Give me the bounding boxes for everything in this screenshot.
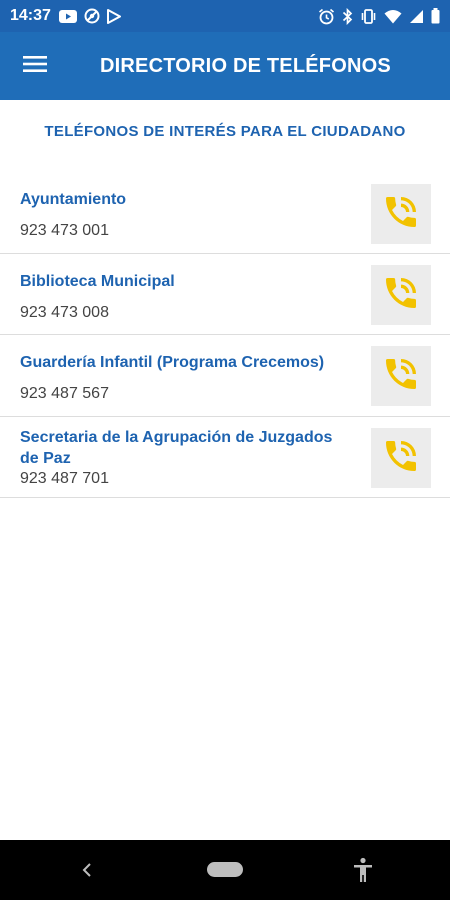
status-right-icons — [318, 7, 440, 25]
battery-icon — [431, 8, 440, 24]
vpn-icon — [84, 8, 100, 24]
list-item: Secretaria de la Agrupación de Juzgados … — [0, 417, 450, 498]
navigation-bar — [0, 840, 450, 900]
back-chevron-icon[interactable] — [80, 860, 94, 885]
phone-call-icon — [381, 273, 421, 318]
list-item: Ayuntamiento 923 473 001 — [0, 172, 450, 254]
alarm-icon — [318, 8, 335, 25]
app-bar: DIRECTORIO DE TELÉFONOS — [0, 32, 450, 100]
phone-call-icon — [381, 436, 421, 481]
hamburger-menu-icon — [23, 55, 47, 78]
call-button[interactable] — [371, 346, 431, 406]
youtube-icon — [58, 9, 77, 23]
phone-call-icon — [381, 354, 421, 399]
bluetooth-icon — [342, 7, 353, 25]
accessibility-icon[interactable] — [352, 857, 374, 888]
status-time: 14:37 — [10, 7, 51, 24]
contact-name: Secretaria de la Agrupación de Juzgados … — [20, 429, 333, 467]
wifi-icon — [384, 9, 402, 24]
contact-name: Biblioteca Municipal — [20, 273, 175, 290]
home-pill-icon[interactable] — [207, 862, 243, 877]
call-button[interactable] — [371, 428, 431, 488]
list-item: Guardería Infantil (Programa Crecemos) 9… — [0, 335, 450, 417]
section-title: TELÉFONOS DE INTERÉS PARA EL CIUDADANO — [44, 123, 406, 140]
status-left-icons — [58, 8, 121, 24]
list-item: Biblioteca Municipal 923 473 008 — [0, 254, 450, 335]
contact-phone: 923 473 008 — [20, 304, 109, 321]
contact-name: Guardería Infantil (Programa Crecemos) — [20, 354, 325, 371]
menu-button[interactable] — [0, 32, 70, 100]
contact-phone: 923 473 001 — [20, 222, 109, 239]
status-bar: 14:37 — [0, 0, 450, 32]
vibrate-icon — [360, 8, 377, 24]
signal-icon — [409, 9, 424, 24]
contact-phone: 923 487 567 — [20, 385, 109, 402]
call-button[interactable] — [371, 265, 431, 325]
contacts-list: Ayuntamiento 923 473 001 Biblioteca Muni… — [0, 172, 450, 498]
contact-name: Ayuntamiento — [20, 191, 127, 208]
phone-call-icon — [381, 192, 421, 237]
play-store-icon — [106, 8, 121, 24]
page-title: DIRECTORIO DE TELÉFONOS — [100, 54, 391, 77]
call-button[interactable] — [371, 184, 431, 244]
contact-phone: 923 487 701 — [20, 470, 109, 487]
